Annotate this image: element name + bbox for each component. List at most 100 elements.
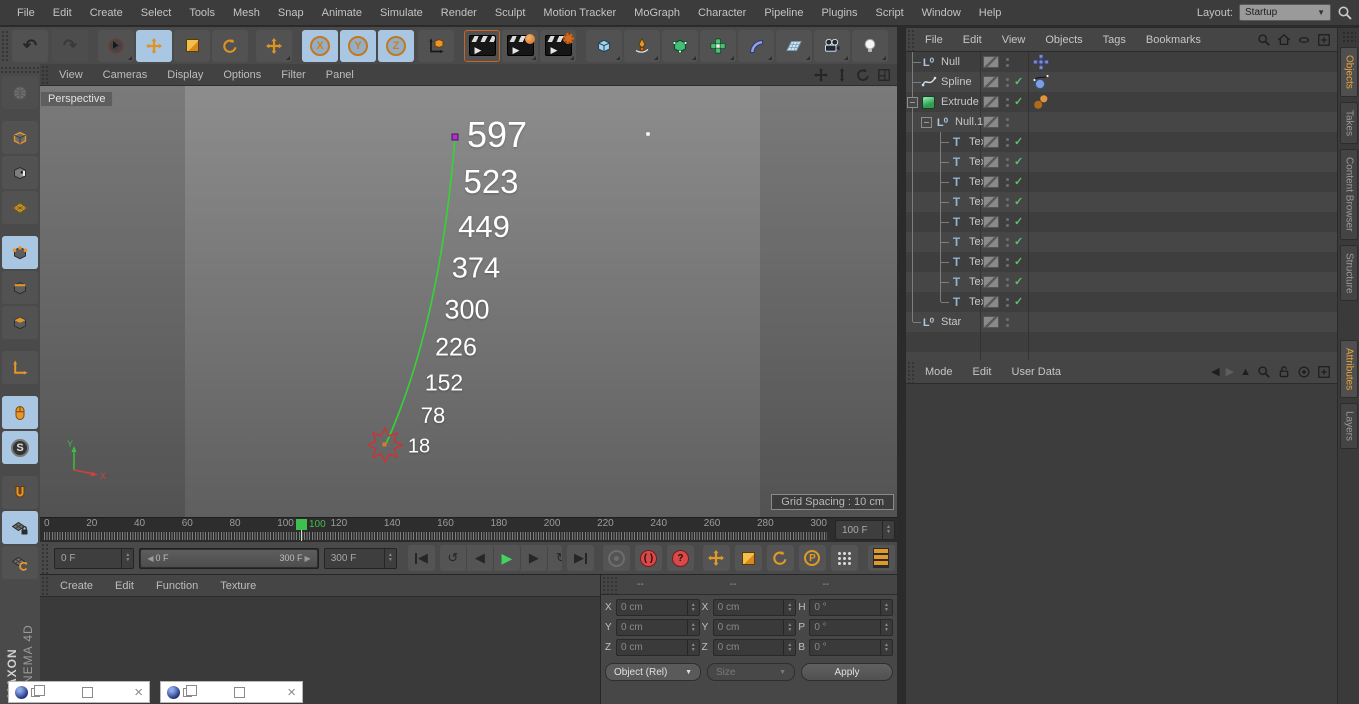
live-selection-button[interactable] [98,29,134,62]
key-position-button[interactable] [702,545,730,571]
layer-color-box[interactable] [983,276,999,288]
panel-tab[interactable]: Takes [1339,101,1358,145]
add-deformer-button[interactable] [738,29,774,62]
end-frame-spinner[interactable]: ▲ ▼ [383,548,396,568]
render-picture-viewer-button[interactable] [502,29,538,62]
polygon-mode-button[interactable] [2,306,38,339]
tree-connector[interactable] [906,312,921,332]
visibility-dots[interactable] [1006,118,1010,128]
layer-color-box[interactable] [983,156,999,168]
value-spinner[interactable]: ▲ ▼ [783,620,795,635]
enable-check-icon[interactable]: ✓ [1014,275,1023,288]
tree-connector[interactable] [906,72,921,92]
edge-mode-button[interactable] [2,271,38,304]
add-subdivision-surface-button[interactable] [662,29,698,62]
add-light-button[interactable] [852,29,888,62]
key-scale-button[interactable] [734,545,762,571]
add-object-icon[interactable] [1317,33,1331,47]
material-menu-item[interactable]: Function [145,580,209,592]
enable-check-icon[interactable]: ✓ [1014,215,1023,228]
viewport-menu-item[interactable]: Cameras [93,69,158,81]
position-input[interactable]: 0 cm ▲ ▼ [616,639,700,656]
tree-connector[interactable] [906,92,920,112]
close-icon[interactable]: × [287,685,296,700]
scale-tool-button[interactable] [174,29,210,62]
enable-check-icon[interactable]: ✓ [1014,75,1023,88]
apply-button[interactable]: Apply [801,663,893,681]
model-mode-button[interactable] [2,121,38,154]
tree-connector[interactable] [906,132,920,152]
maximize-icon[interactable] [81,686,93,698]
frame-range-slider[interactable]: ◀ 0 F 300 F ▶ [139,547,319,569]
tree-connector[interactable] [906,112,920,132]
visibility-dots[interactable] [1006,258,1010,268]
search-icon[interactable] [1337,5,1353,21]
viewport-menu-item[interactable]: Filter [271,69,315,81]
track-icon[interactable] [1297,365,1311,379]
layer-color-box[interactable] [983,316,999,328]
play-loop-button[interactable]: ↻ [547,545,562,571]
value-spinner[interactable]: ▲ ▼ [783,600,795,615]
tree-connector[interactable] [934,132,949,152]
value-spinner[interactable]: ▲ ▼ [880,640,892,655]
enable-snap-button[interactable]: S [2,431,38,464]
panel-tab[interactable]: Content Browser [1339,149,1358,240]
lock-icon[interactable] [1277,365,1291,379]
object-row[interactable]: Spline ✓ [906,72,1337,92]
viewport-menu-item[interactable]: Panel [316,69,364,81]
tree-connector[interactable] [906,52,921,72]
tree-connector[interactable] [906,192,920,212]
keyframe-record-button[interactable]: ( ) [634,545,662,571]
tree-connector[interactable] [920,192,934,212]
menu-item[interactable]: Motion Tracker [534,7,625,19]
filter-icon[interactable] [1297,33,1311,47]
layer-color-box[interactable] [983,216,999,228]
rotation-input[interactable]: 0 ° ▲ ▼ [809,639,894,656]
tree-connector[interactable] [934,232,949,252]
attribute-grip[interactable] [906,360,915,383]
undo-button[interactable]: ↶ [12,29,48,62]
tree-connector[interactable] [934,252,949,272]
size-mode-dropdown[interactable]: Size ▼ [707,663,795,681]
panel-tab[interactable]: Attributes [1339,340,1358,399]
home-icon[interactable] [1277,33,1291,47]
panel-tab[interactable]: Structure [1339,244,1358,302]
visibility-dots[interactable] [1006,198,1010,208]
tab-strip-grip[interactable] [1341,31,1356,43]
object-manager-menu-item[interactable]: File [915,34,953,46]
object-row[interactable]: Null.1 ✓ [906,112,1337,132]
layer-color-box[interactable] [983,256,999,268]
value-spinner[interactable]: ▲ ▼ [880,600,892,615]
points-mode-button[interactable] [2,236,38,269]
menu-item[interactable]: Character [689,7,755,19]
enable-axis-button[interactable] [2,351,38,384]
object-manager-menu-item[interactable]: Bookmarks [1136,34,1211,46]
object-row[interactable]: Text. ✓ [906,152,1337,172]
tree-connector[interactable] [906,152,920,172]
object-row[interactable]: Text. ✓ [906,252,1337,272]
menu-item[interactable]: Snap [269,7,313,19]
panel-tab[interactable]: Layers [1339,403,1358,450]
parent-object-icon[interactable]: ▲ [1240,366,1251,378]
coordinate-system-button[interactable] [418,29,454,62]
timeline-playhead[interactable]: 100 [296,519,326,530]
tree-connector[interactable] [906,172,920,192]
move-tool-button[interactable] [136,29,172,62]
axis-lock-button[interactable]: X [302,29,338,62]
tree-connector[interactable] [934,212,949,232]
range-handle[interactable]: ◀ 0 F 300 F ▶ [141,549,317,567]
key-rotation-button[interactable] [766,545,794,571]
tree-connector[interactable] [920,212,934,232]
add-camera-button[interactable] [814,29,850,62]
enable-check-icon[interactable]: ✓ [1014,175,1023,188]
layer-color-box[interactable] [983,176,999,188]
toolbar-grip[interactable] [0,29,9,62]
panel-divider[interactable] [897,26,906,704]
render-settings-button[interactable] [540,29,576,62]
goto-start-button[interactable]: ◀ [407,545,435,571]
history-back-icon[interactable]: ◀ [1211,365,1219,378]
goto-end-button[interactable]: ▶ [566,545,594,571]
object-manager-menu-item[interactable]: Objects [1035,34,1092,46]
object-row[interactable]: Null ✓ [906,52,1337,72]
lock-workplane-button[interactable] [2,511,38,544]
